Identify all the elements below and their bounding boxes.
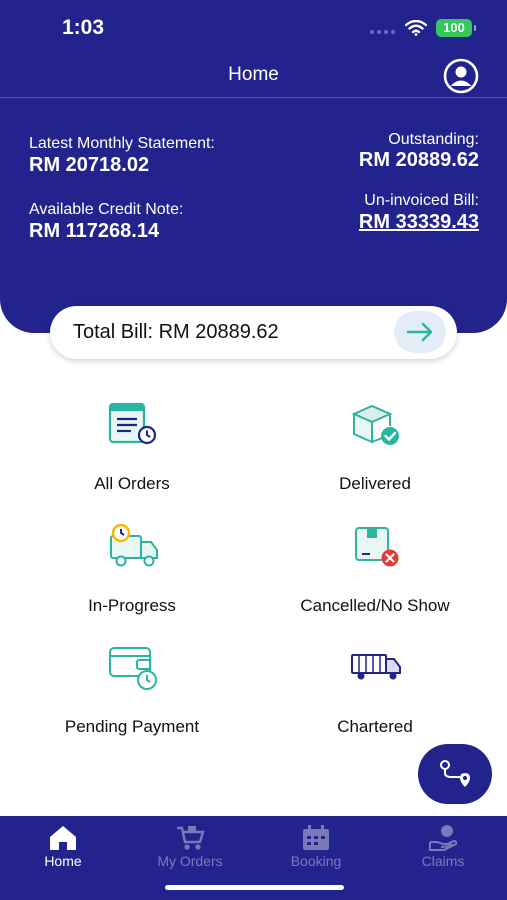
route-pin-icon — [440, 760, 470, 787]
page-title: Home — [228, 64, 279, 85]
tile-cancelled[interactable]: Cancelled/No Show — [255, 524, 495, 634]
tile-label: In-Progress — [88, 596, 176, 615]
pending-payment-icon — [109, 647, 157, 690]
uninvoiced-label: Un-invoiced Bill: — [364, 192, 479, 209]
tile-chartered[interactable]: Chartered — [255, 645, 495, 755]
chartered-truck-icon — [351, 654, 401, 680]
tile-pending-payment[interactable]: Pending Payment — [12, 645, 252, 755]
tile-in-progress[interactable]: In-Progress — [12, 524, 252, 634]
tile-label: Delivered — [339, 474, 411, 493]
home-icon — [50, 826, 76, 850]
tab-label: Claims — [421, 853, 465, 869]
nav-divider — [0, 97, 507, 98]
cancelled-box-icon — [355, 527, 399, 567]
tile-delivered[interactable]: Delivered — [255, 402, 495, 512]
calendar-icon — [303, 825, 329, 850]
tile-label: Cancelled/No Show — [300, 596, 450, 615]
tab-label: Home — [44, 853, 82, 869]
route-fab-button[interactable] — [418, 744, 492, 804]
claims-hand-icon — [429, 825, 458, 851]
home-indicator[interactable] — [165, 885, 344, 890]
tab-claims[interactable]: Claims — [380, 816, 506, 876]
tab-booking[interactable]: Booking — [253, 816, 379, 876]
outstanding-label: Outstanding: — [388, 131, 479, 148]
tile-label: All Orders — [94, 474, 170, 493]
arrow-right-icon — [406, 322, 433, 342]
tab-label: Booking — [290, 853, 342, 869]
all-orders-icon — [108, 402, 157, 445]
cellular-signal-icon — [370, 30, 395, 34]
total-bill-card[interactable]: Total Bill: RM 20889.62 — [50, 306, 457, 359]
in-progress-truck-icon — [110, 524, 158, 567]
wifi-icon — [405, 20, 427, 36]
tab-my-orders[interactable]: My Orders — [127, 816, 253, 876]
credit-note-value: RM 117268.14 — [29, 220, 160, 242]
delivered-box-icon — [351, 404, 399, 445]
credit-note-label: Available Credit Note: — [29, 201, 184, 218]
profile-icon[interactable] — [443, 58, 479, 94]
tile-label: Chartered — [337, 717, 413, 736]
latest-statement-label: Latest Monthly Statement: — [29, 135, 215, 152]
total-bill-text: Total Bill: RM 20889.62 — [73, 321, 279, 343]
latest-statement-value: RM 20718.02 — [29, 154, 150, 176]
uninvoiced-value-link[interactable]: RM 33339.43 — [359, 211, 479, 234]
tab-label: My Orders — [157, 853, 223, 869]
tab-home[interactable]: Home — [0, 816, 126, 876]
status-bar: 1:03 100 — [0, 0, 507, 56]
tile-all-orders[interactable]: All Orders — [12, 402, 252, 512]
outstanding-value: RM 20889.62 — [358, 149, 479, 171]
tile-label: Pending Payment — [64, 717, 200, 736]
status-time: 1:03 — [62, 16, 105, 39]
summary-header: 1:03 100 Home Latest Monthly Statement: … — [0, 0, 507, 333]
cart-icon — [177, 826, 205, 850]
battery-indicator: 100 — [436, 19, 476, 37]
total-bill-arrow-button[interactable] — [394, 311, 446, 353]
